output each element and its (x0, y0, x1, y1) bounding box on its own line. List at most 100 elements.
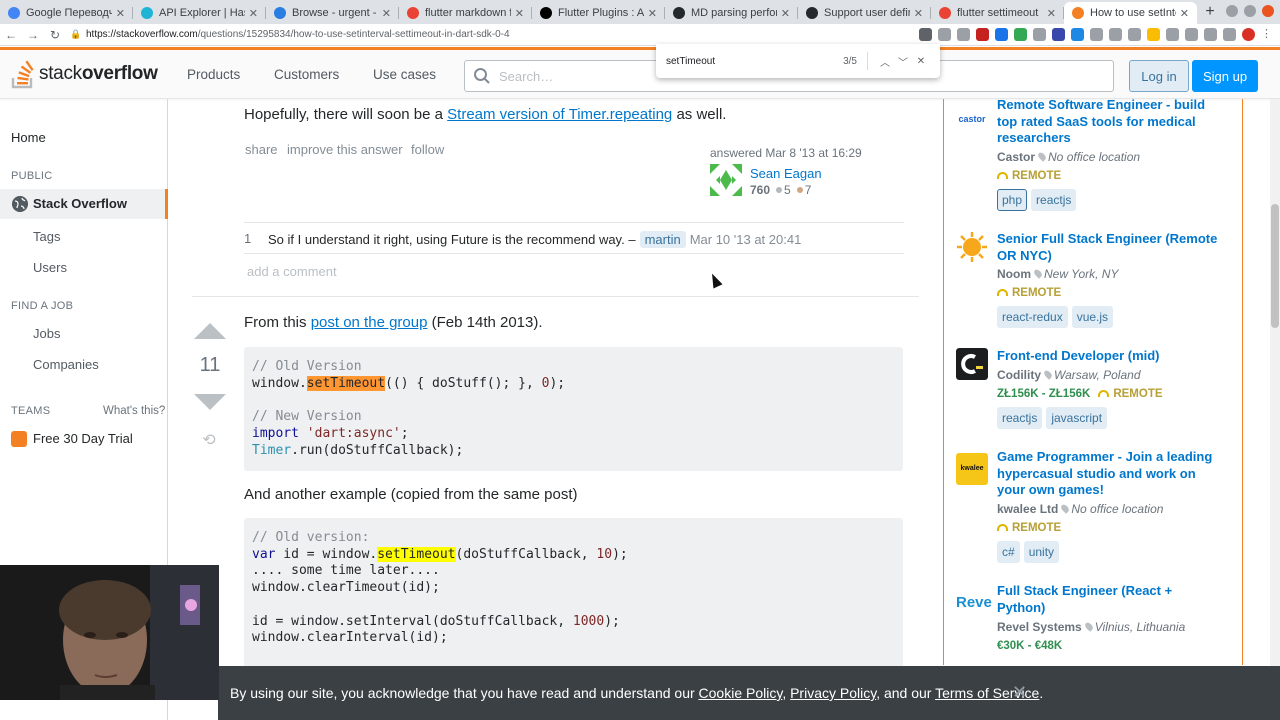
improve-answer-link[interactable]: improve this answer (287, 142, 403, 157)
comment-user-link[interactable]: martin (639, 231, 686, 248)
url-field[interactable]: 🔒 https://stackoverflow.com/questions/15… (70, 26, 890, 44)
sidebar-item-users[interactable]: Users (33, 260, 67, 275)
extension-icon[interactable] (1204, 28, 1217, 41)
browser-tab[interactable]: flutter settimeout ✕ (931, 2, 1064, 24)
tab-close-icon[interactable]: ✕ (914, 7, 923, 20)
nav-use-cases[interactable]: Use cases (373, 67, 436, 82)
extension-icon[interactable] (1014, 28, 1027, 41)
signup-button[interactable]: Sign up (1192, 60, 1258, 92)
extension-icon[interactable] (1090, 28, 1103, 41)
sidebar-item-tags[interactable]: Tags (33, 229, 60, 244)
add-comment-link[interactable]: add a comment (247, 264, 337, 279)
whats-this-link[interactable]: What's this? (103, 405, 165, 417)
reload-icon[interactable]: ↻ (44, 28, 66, 42)
find-next-icon[interactable]: ﹀ (894, 54, 912, 69)
maximize-button[interactable] (1244, 5, 1256, 17)
browser-tab[interactable]: Google Переводчик ✕ (0, 2, 133, 24)
sidebar-item-home[interactable]: Home (11, 130, 46, 145)
browser-tab[interactable]: Browse - urgent - D ✕ (266, 2, 399, 24)
sidebar-item-jobs[interactable]: Jobs (33, 326, 60, 341)
cookie-policy-link[interactable]: Cookie Policy (699, 685, 783, 701)
tag[interactable]: reactjs (1031, 189, 1077, 211)
nav-products[interactable]: Products (187, 67, 240, 82)
extension-icon[interactable] (1071, 28, 1084, 41)
nav-customers[interactable]: Customers (274, 67, 339, 82)
browser-tab[interactable]: Flutter Plugins : As ✕ (532, 2, 665, 24)
extension-icon[interactable] (1166, 28, 1179, 41)
browser-tab[interactable]: How to use setInte ✕ (1064, 2, 1197, 24)
find-match-count: 3/5 (843, 55, 857, 67)
location-pin-icon (1032, 268, 1044, 279)
extension-icon[interactable] (1052, 28, 1065, 41)
job-title[interactable]: Remote Software Engineer - build top rat… (997, 97, 1222, 147)
find-close-icon[interactable]: ✕ (912, 56, 930, 67)
extension-icon[interactable] (1109, 28, 1122, 41)
extension-icon[interactable] (1128, 28, 1141, 41)
tab-close-icon[interactable]: ✕ (116, 7, 125, 20)
cookie-close-icon[interactable]: ✕ (1012, 682, 1027, 703)
find-prev-icon[interactable]: ︿ (876, 54, 894, 69)
stackoverflow-logo[interactable]: stackoverflow (10, 59, 158, 89)
history-icon[interactable]: ⟲ (199, 430, 219, 449)
company-logo: kwalee (956, 453, 988, 485)
browser-tab[interactable]: API Explorer | Hasura ✕ (133, 2, 266, 24)
extension-icon[interactable] (1242, 28, 1255, 41)
extension-icon[interactable] (1185, 28, 1198, 41)
find-input[interactable]: setTimeout (666, 56, 843, 67)
salary: €30K - €48K (997, 640, 1063, 652)
job-tags: reactjs javascript (997, 407, 1108, 429)
tag[interactable]: php (997, 189, 1028, 211)
page-scrollbar[interactable] (1270, 99, 1280, 720)
tag[interactable]: react-redux (997, 306, 1068, 328)
tag[interactable]: c# (997, 541, 1020, 563)
job-title[interactable]: Front-end Developer (mid) (997, 348, 1222, 365)
free-trial-link[interactable]: Free 30 Day Trial (33, 431, 133, 446)
forward-arrow-icon[interactable]: → (22, 28, 44, 42)
new-tab-button[interactable]: + (1197, 2, 1223, 24)
browser-tab[interactable]: MD parsing perfor ✕ (665, 2, 798, 24)
comment-date[interactable]: Mar 10 '13 at 20:41 (690, 232, 802, 247)
extension-icon[interactable] (995, 28, 1008, 41)
stream-timer-link[interactable]: Stream version of Timer.repeating (447, 106, 672, 123)
sidebar-item-stack-overflow[interactable]: Stack Overflow (33, 196, 127, 211)
tag[interactable]: unity (1023, 541, 1060, 563)
follow-link[interactable]: follow (411, 142, 444, 157)
extension-icon[interactable] (1033, 28, 1046, 41)
browser-tab[interactable]: flutter markdown f ✕ (399, 2, 532, 24)
post-on-group-link[interactable]: post on the group (311, 314, 428, 331)
scrollbar-thumb[interactable] (1271, 204, 1279, 328)
tab-close-icon[interactable]: ✕ (249, 7, 258, 20)
sidebar-item-companies[interactable]: Companies (33, 357, 99, 372)
downvote-arrow-icon[interactable] (194, 394, 226, 410)
extension-icon[interactable] (976, 28, 989, 41)
share-link[interactable]: share (245, 142, 278, 157)
browser-tab[interactable]: Support user defin ✕ (798, 2, 931, 24)
minimize-button[interactable] (1226, 5, 1238, 17)
tab-title: Google Переводчик (26, 7, 112, 19)
job-title[interactable]: Game Programmer - Join a leading hyperca… (997, 449, 1222, 499)
upvote-arrow-icon[interactable] (194, 323, 226, 339)
tag[interactable]: reactjs (997, 407, 1043, 429)
menu-dots-icon[interactable]: ⋮ (1261, 28, 1274, 41)
tab-close-icon[interactable]: ✕ (382, 7, 391, 20)
extension-icon[interactable] (1223, 28, 1236, 41)
privacy-policy-link[interactable]: Privacy Policy (790, 685, 876, 701)
user-avatar[interactable] (710, 164, 742, 196)
zoom-icon[interactable] (938, 28, 951, 41)
job-title[interactable]: Senior Full Stack Engineer (Remote OR NY… (997, 231, 1222, 264)
tab-close-icon[interactable]: ✕ (1180, 7, 1189, 20)
tab-close-icon[interactable]: ✕ (1047, 7, 1056, 20)
tab-close-icon[interactable]: ✕ (781, 7, 790, 20)
close-window-button[interactable] (1262, 5, 1274, 17)
job-title[interactable]: Full Stack Engineer (React + Python) (997, 583, 1222, 616)
tab-close-icon[interactable]: ✕ (648, 7, 657, 20)
tab-close-icon[interactable]: ✕ (515, 7, 524, 20)
tag[interactable]: javascript (1046, 407, 1108, 429)
tag[interactable]: vue.js (1071, 306, 1114, 328)
star-icon[interactable] (957, 28, 970, 41)
user-name-link[interactable]: Sean Eagan (750, 166, 822, 181)
login-button[interactable]: Log in (1129, 60, 1189, 92)
back-arrow-icon[interactable]: ← (0, 28, 22, 42)
extension-icon[interactable] (1147, 28, 1160, 41)
extension-icon[interactable] (919, 28, 932, 41)
